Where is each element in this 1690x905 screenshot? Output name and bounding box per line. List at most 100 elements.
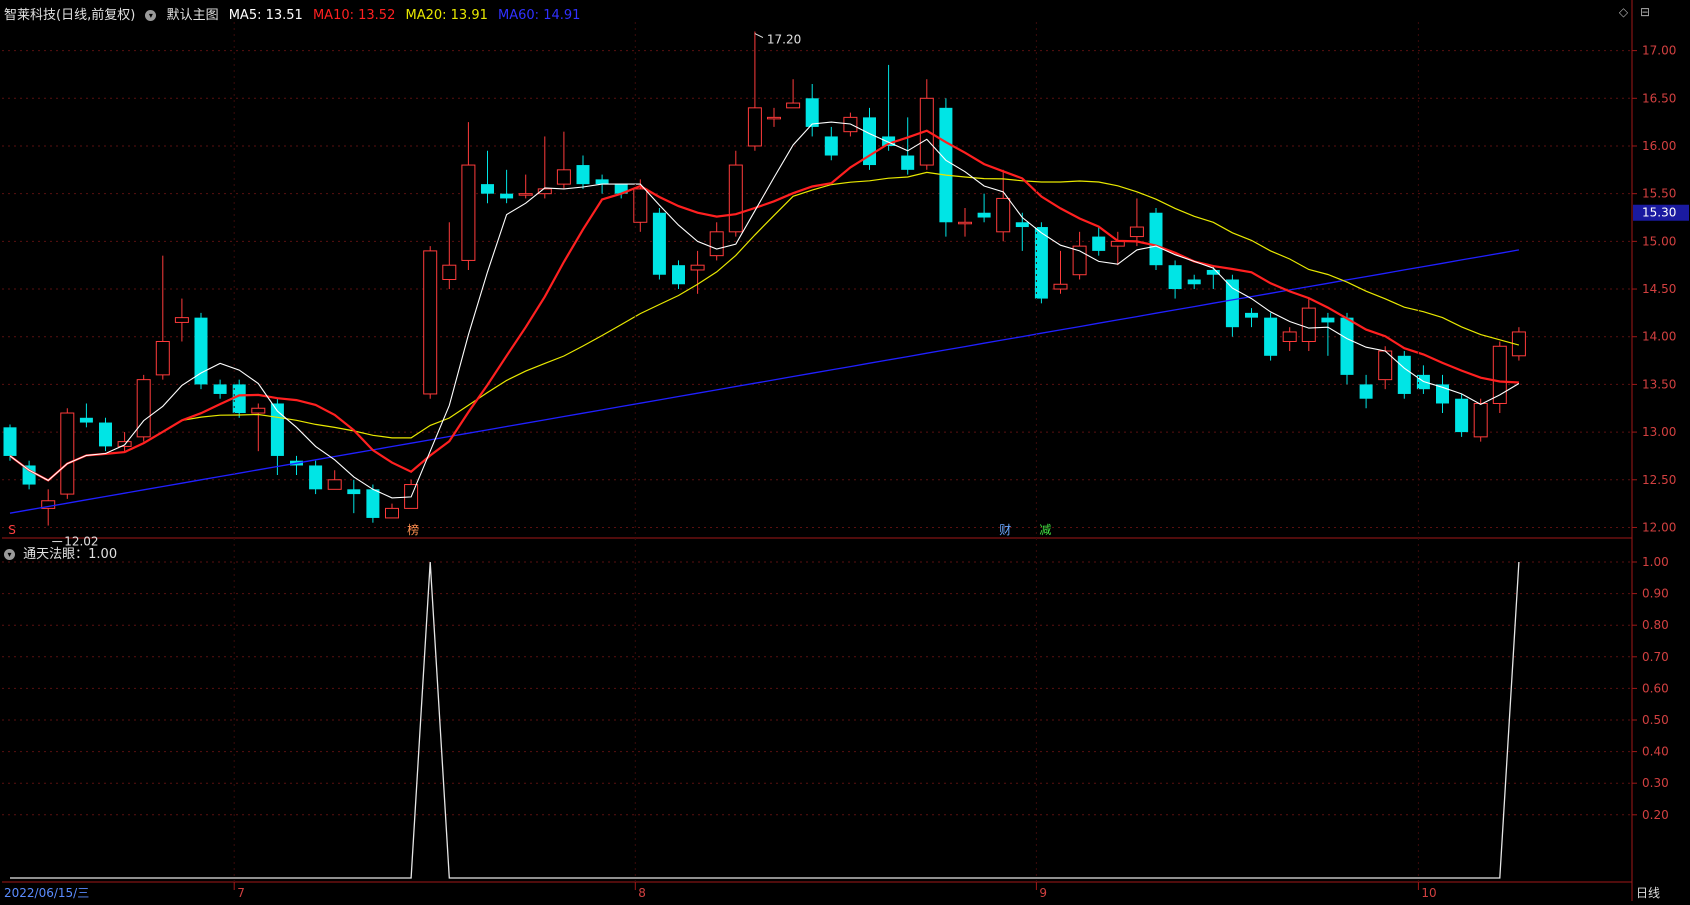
candle-body [251, 407, 266, 414]
candle-body [1092, 236, 1106, 251]
indicator-label[interactable]: 通天法眼：1.00 [23, 547, 117, 562]
candle [1359, 374, 1373, 409]
candle-body [709, 231, 724, 257]
candle [1187, 274, 1201, 290]
candle-body [1455, 398, 1469, 433]
ma5-label: MA5: 13.51 [228, 8, 303, 23]
candle-body [1321, 317, 1335, 323]
candle-body [60, 412, 75, 495]
candle-body [22, 465, 36, 485]
candle-body [1264, 317, 1278, 356]
candle [60, 408, 75, 499]
indicator-header: ▾ 通天法眼：1.00 [4, 543, 117, 562]
candle [1149, 207, 1163, 270]
candle-body [481, 184, 494, 194]
candle [117, 432, 132, 452]
candle [290, 455, 303, 476]
dropdown-icon[interactable]: ▾ [4, 549, 15, 560]
candle-body [958, 221, 972, 225]
candle-body [690, 264, 705, 271]
candle-body [518, 193, 533, 196]
candle [155, 255, 170, 380]
candle-body [556, 169, 571, 185]
event-marker-1: S [8, 523, 16, 537]
ma10-label: MA10: 13.52 [312, 8, 396, 23]
price-tick-label: 12.50 [1642, 473, 1676, 487]
indicator-tick-label: 0.40 [1642, 745, 1669, 759]
month-label: 8 [638, 886, 646, 900]
candle-body [767, 116, 781, 120]
candle [728, 150, 743, 237]
candle [882, 64, 896, 151]
candle [1455, 393, 1469, 437]
candle-body [309, 465, 323, 490]
indicator-tick-label: 0.50 [1642, 713, 1669, 727]
diamond-icon[interactable]: ◇ [1619, 5, 1628, 19]
candle-body [327, 479, 342, 490]
indicator-tick-label: 0.30 [1642, 776, 1669, 790]
candle [194, 312, 208, 390]
candle [518, 174, 533, 199]
price-tick-label: 14.00 [1642, 330, 1676, 344]
period-label[interactable]: 日线 [1636, 884, 1660, 901]
candle [174, 298, 189, 342]
candle-body [672, 265, 685, 285]
stock-title[interactable]: 智莱科技(日线,前复权) [4, 8, 135, 23]
candle-body [136, 379, 151, 438]
candle [481, 150, 494, 204]
candle [213, 379, 227, 399]
candle-body [1245, 312, 1258, 318]
ma60-label: MA60: 14.91 [498, 8, 581, 23]
indicator-tick-label: 0.80 [1642, 618, 1669, 632]
candle-body [1187, 279, 1201, 285]
candle-body [1473, 402, 1488, 438]
candle [576, 155, 590, 189]
candle [327, 470, 342, 490]
candle-body [595, 179, 609, 185]
candle [672, 260, 685, 290]
candle [1072, 231, 1087, 280]
candle-body [1129, 226, 1144, 238]
candle-body [442, 264, 457, 281]
candle [347, 479, 361, 514]
price-tick-label: 16.50 [1642, 91, 1676, 105]
candle [709, 222, 724, 261]
start-date-label: 2022/06/15/三 [4, 886, 89, 900]
candle-body [461, 164, 476, 261]
candle [1245, 308, 1258, 328]
candle [1473, 398, 1488, 442]
high-price-label: 17.20 [767, 33, 801, 47]
candle-body [347, 489, 361, 495]
chart-stage[interactable]: 17.00 16.50 16.00 15.50 15.00 14.50 14.00 13.50… [0, 0, 1690, 901]
candle [1168, 260, 1182, 299]
candle-body [500, 193, 514, 199]
candle-body [747, 107, 762, 147]
candle-body [213, 384, 227, 394]
candle-body [977, 212, 991, 218]
indicator-tick-label: 0.70 [1642, 650, 1669, 664]
event-marker-3: 财 [999, 523, 1011, 537]
indicator-tick-label: 0.90 [1642, 587, 1669, 601]
dropdown-icon[interactable]: ▾ [145, 10, 157, 21]
candle [1340, 312, 1354, 385]
candle [79, 403, 93, 428]
candle-body [576, 165, 590, 185]
candle-body [174, 317, 189, 323]
candle-body [194, 317, 208, 385]
candle [251, 403, 266, 452]
candle-body [1397, 355, 1411, 394]
candle [385, 503, 399, 519]
candle [977, 193, 991, 223]
candle [461, 122, 476, 270]
candle-body [633, 188, 648, 223]
candle-body [728, 164, 743, 233]
maximize-icon[interactable]: ⊟ [1640, 5, 1650, 19]
candle-body [366, 489, 380, 518]
candle [1282, 327, 1297, 352]
chart-name[interactable]: 默认主图 [167, 8, 219, 23]
ma10-line [9, 129, 1519, 482]
chart-canvas[interactable]: 17.00 16.50 16.00 15.50 15.00 14.50 14.00 13.50… [0, 0, 1690, 901]
price-tick-label: 17.00 [1642, 44, 1676, 58]
candle [1436, 374, 1449, 414]
candle [1378, 346, 1393, 390]
